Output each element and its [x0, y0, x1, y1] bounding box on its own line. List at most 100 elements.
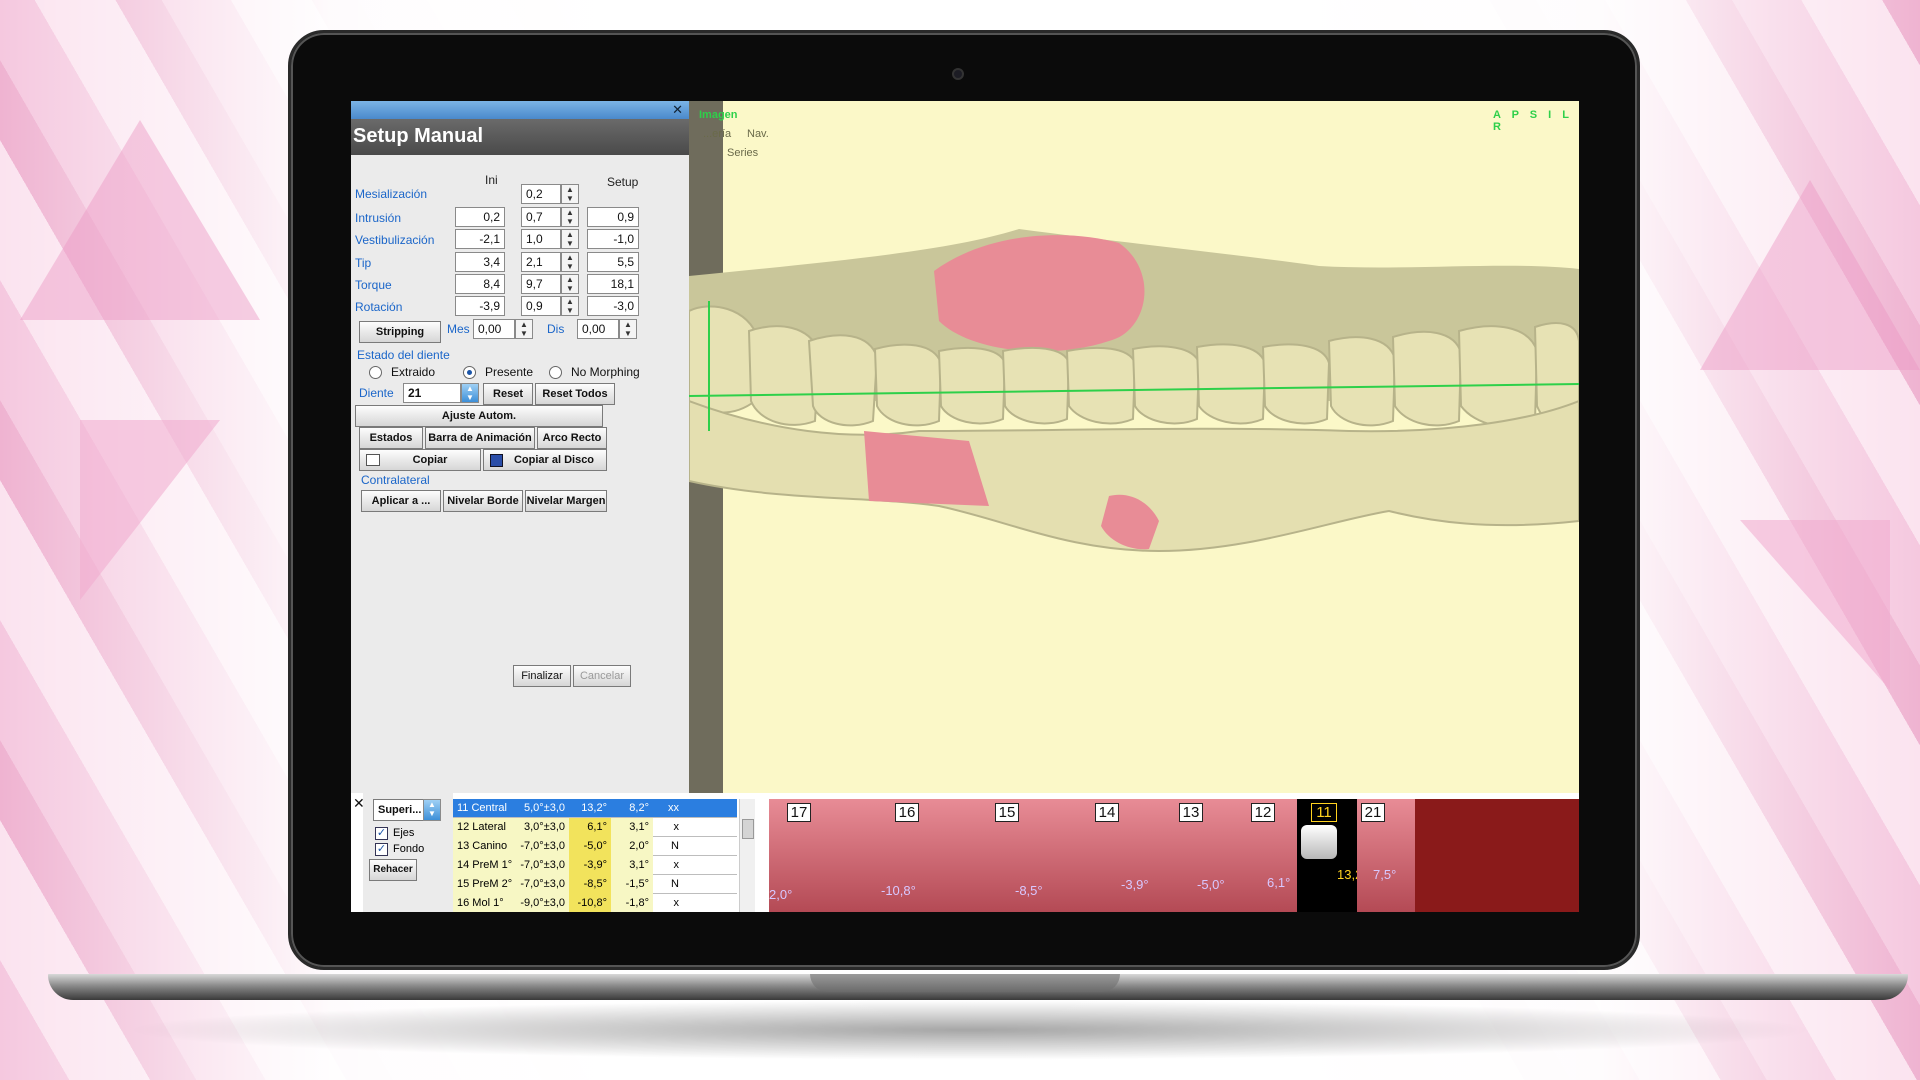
- nivelar-borde-button[interactable]: Nivelar Borde: [443, 490, 523, 512]
- table-cell: 3,1°: [611, 818, 653, 837]
- tooth-angle: 7,5°: [1373, 867, 1397, 882]
- table-row[interactable]: 14 PreM 1° -7,0°±3,0 -3,9° 3,1° x: [453, 856, 737, 875]
- copy-icon: [366, 454, 380, 466]
- bottom-panel: Superi... ▲ ▼ ✓ Ejes ✓ Fondo Rehacer ✕ 11…: [351, 793, 1579, 912]
- table-row[interactable]: 16 Mol 1° -9,0°±3,0 -10,8° -1,8° x: [453, 894, 737, 912]
- estado-heading: Estado del diente: [357, 348, 450, 362]
- tooth-thumb-11[interactable]: 11 13,2°: [1297, 799, 1368, 912]
- copiar-label: Copiar: [412, 454, 448, 466]
- tooth-thumb-13[interactable]: 13 -5,0°: [1155, 799, 1235, 912]
- table-cell: x: [673, 859, 680, 871]
- diente-dropdown-arrow[interactable]: ▲ ▼: [461, 383, 479, 403]
- table-cell: 13,2°: [581, 802, 607, 814]
- table-cell: -5,0°: [569, 837, 611, 856]
- finalizar-button[interactable]: Finalizar: [513, 665, 571, 687]
- estados-button[interactable]: Estados: [359, 427, 423, 449]
- cancelar-button[interactable]: Cancelar: [573, 665, 631, 687]
- tip-spinner[interactable]: ▲ ▼: [561, 252, 579, 272]
- table-cell: 15 PreM 2°: [453, 875, 513, 894]
- intrusion-input[interactable]: 0,7: [521, 207, 561, 227]
- mesializacion-spinner[interactable]: ▲ ▼: [561, 184, 579, 204]
- bottom-close-icon[interactable]: ✕: [353, 795, 365, 812]
- reset-todos-button[interactable]: Reset Todos: [535, 383, 615, 405]
- diente-label: Diente: [359, 386, 394, 400]
- arch-select-arrow[interactable]: ▲ ▼: [423, 799, 441, 821]
- ajuste-autom-button[interactable]: Ajuste Autom.: [355, 405, 603, 427]
- vestibulizacion-ini: -2,1: [455, 229, 505, 249]
- intrusion-ini: 0,2: [455, 207, 505, 227]
- 3d-viewport[interactable]: Imagen ...ería Nav. Series A P S I L R: [689, 101, 1579, 793]
- aplicar-button[interactable]: Aplicar a ...: [361, 490, 441, 512]
- tooth-thumb-21[interactable]: 21 7,5°: [1357, 799, 1415, 912]
- fondo-checkbox[interactable]: ✓: [375, 843, 388, 856]
- tooth-number: 11: [1311, 803, 1337, 822]
- table-scrollbar[interactable]: [739, 799, 755, 912]
- mes-spinner[interactable]: ▲ ▼: [515, 319, 533, 339]
- tip-label: Tip: [355, 256, 372, 270]
- torque-spinner[interactable]: ▲ ▼: [561, 274, 579, 294]
- copiar-button[interactable]: Copiar: [359, 449, 481, 471]
- bg-triangle: [20, 120, 260, 320]
- rehacer-button[interactable]: Rehacer: [369, 859, 417, 881]
- table-row[interactable]: 15 PreM 2° -7,0°±3,0 -8,5° -1,5° N: [453, 875, 737, 894]
- disk-icon: [490, 454, 503, 467]
- tooth-number: 17: [787, 803, 811, 822]
- tooth-thumb-15[interactable]: 15 -8,5°: [963, 799, 1059, 912]
- dis-input[interactable]: 0,00: [577, 319, 619, 339]
- table-cell: -7,0°±3,0: [513, 856, 569, 875]
- dis-label: Dis: [547, 322, 565, 336]
- table-row[interactable]: 11 Central 5,0°±3,0 13,2° 8,2° xx: [453, 799, 737, 818]
- barra-animacion-button[interactable]: Barra de Animación: [425, 427, 535, 449]
- rotacion-spinner[interactable]: ▲ ▼: [561, 296, 579, 316]
- panel-title-bar[interactable]: ✕: [351, 101, 689, 119]
- radio-presente[interactable]: [463, 366, 476, 379]
- stripping-button[interactable]: Stripping: [359, 321, 441, 343]
- close-icon[interactable]: ✕: [672, 102, 683, 118]
- tip-ini: 3,4: [455, 252, 505, 272]
- tooth-thumb-17[interactable]: 17 2,0°: [769, 799, 855, 912]
- tooth-thumb-12[interactable]: 12 6,1°: [1235, 799, 1297, 912]
- copiar-disco-button[interactable]: Copiar al Disco: [483, 449, 607, 471]
- bg-triangle: [80, 420, 220, 600]
- dis-spinner[interactable]: ▲ ▼: [619, 319, 637, 339]
- mesializacion-label: Mesialización: [355, 187, 428, 201]
- diente-select[interactable]: 21: [403, 383, 461, 403]
- table-cell: 12 Lateral: [453, 818, 513, 837]
- tooth-angle: -8,5°: [1015, 883, 1043, 898]
- table-cell: 11 Central: [457, 802, 507, 814]
- nivelar-margen-button[interactable]: Nivelar Margen: [525, 490, 607, 512]
- arco-recto-button[interactable]: Arco Recto: [537, 427, 607, 449]
- tooth-thumb-14[interactable]: 14 -3,9°: [1059, 799, 1155, 912]
- rotacion-input[interactable]: 0,9: [521, 296, 561, 316]
- app-screen: ✕ Setup Manual Ini Setup Mesialización 0…: [351, 101, 1579, 912]
- table-cell: -3,9°: [569, 856, 611, 875]
- radio-no-morphing-label: No Morphing: [571, 365, 640, 379]
- vestibulizacion-input[interactable]: 1,0: [521, 229, 561, 249]
- tip-input[interactable]: 2,1: [521, 252, 561, 272]
- table-row[interactable]: 13 Canino -7,0°±3,0 -5,0° 2,0° N: [453, 837, 737, 856]
- tooth-angle: -10,8°: [881, 883, 916, 898]
- tooth-number: 15: [995, 803, 1019, 822]
- mes-input[interactable]: 0,00: [473, 319, 515, 339]
- mes-label: Mes: [447, 322, 470, 336]
- table-cell: N: [671, 840, 679, 852]
- table-row[interactable]: 12 Lateral 3,0°±3,0 6,1° 3,1° x: [453, 818, 737, 837]
- table-cell: -8,5°: [569, 875, 611, 894]
- ejes-checkbox[interactable]: ✓: [375, 827, 388, 840]
- vestibulizacion-spinner[interactable]: ▲ ▼: [561, 229, 579, 249]
- radio-extraido[interactable]: [369, 366, 382, 379]
- reset-button[interactable]: Reset: [483, 383, 533, 405]
- dental-arch-model[interactable]: [689, 101, 1579, 793]
- tooth-thumb-16[interactable]: 16 -10,8°: [855, 799, 963, 912]
- radio-no-morphing[interactable]: [549, 366, 562, 379]
- table-cell: -7,0°±3,0: [513, 875, 569, 894]
- table-cell: 6,1°: [569, 818, 611, 837]
- mesializacion-input[interactable]: 0,2: [521, 184, 561, 204]
- torque-input[interactable]: 9,7: [521, 274, 561, 294]
- intrusion-spinner[interactable]: ▲ ▼: [561, 207, 579, 227]
- torque-label: Torque: [355, 278, 392, 292]
- table-cell: 14 PreM 1°: [453, 856, 513, 875]
- tooth-number: 16: [895, 803, 919, 822]
- table-cell: -7,0°±3,0: [513, 837, 569, 856]
- torque-table: 11 Central 5,0°±3,0 13,2° 8,2° xx 12 Lat…: [453, 799, 737, 912]
